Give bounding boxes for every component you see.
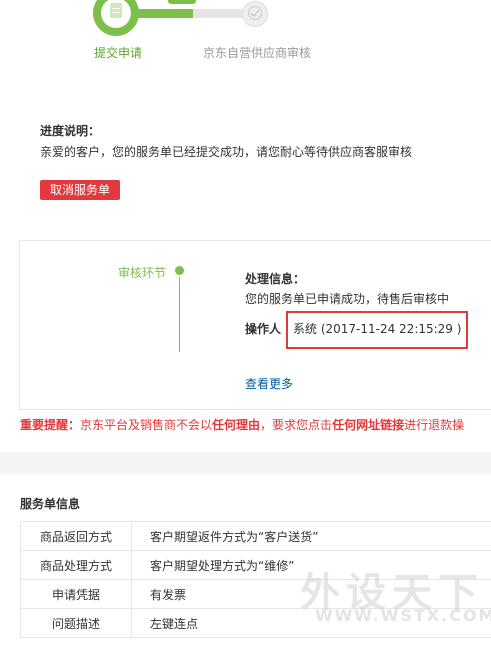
stepper-line-pending [193,9,243,18]
operator-value: 系统 (2017-11-24 22:15:29 ) [293,322,462,336]
warning-bold-1: 任何理由 [212,418,261,432]
stepper-connector-cap [168,0,196,4]
row-key: 商品返回方式 [20,521,132,551]
step-label-submit: 提交申请 [94,46,143,60]
step-label-review: 京东自营供应商审核 [203,46,312,60]
row-key: 商品处理方式 [20,550,132,580]
warning-prefix: 重要提醒： [20,418,81,432]
security-warning: 重要提醒：京东平台及销售商不会以任何理由，要求您点击任何网址链接进行退款操 [20,416,464,433]
operator-label: 操作人 [245,322,282,336]
warning-text-3: 进行退款操 [404,418,465,432]
info-title: 处理信息： [245,272,306,286]
timeline-line [179,277,180,352]
info-text: 您的服务单已申请成功，待售后审核中 [245,292,450,306]
stepper-line-complete [138,9,193,18]
step-review-circle [242,1,268,27]
progress-text: 亲爱的客户，您的服务单已经提交成功，请您耐心等待供应商客服审核 [40,145,413,159]
warning-text-2: ，要求您点击 [260,418,333,432]
service-info-title: 服务单信息 [20,497,81,511]
timeline-dot [175,266,184,275]
check-icon [248,6,262,20]
warning-bold-2: 任何网址链接 [332,418,405,432]
row-key: 申请凭据 [20,579,132,609]
document-icon [110,3,122,18]
section-divider [0,452,491,474]
cancel-service-button[interactable]: 取消服务单 [40,180,120,200]
step-submit-circle [93,0,139,36]
view-more-link[interactable]: 查看更多 [245,375,293,392]
table-row: 商品返回方式 客户期望返件方式为“客户送货” [20,521,491,551]
watermark-url: WWW.WSTX.COM [315,606,491,625]
row-key: 问题描述 [20,608,132,638]
progress-title: 进度说明： [40,124,101,138]
review-node-label: 审核环节 [118,266,167,280]
warning-text-1: 京东平台及销售商不会以 [80,418,213,432]
row-value: 客户期望返件方式为“客户送货” [131,521,491,551]
